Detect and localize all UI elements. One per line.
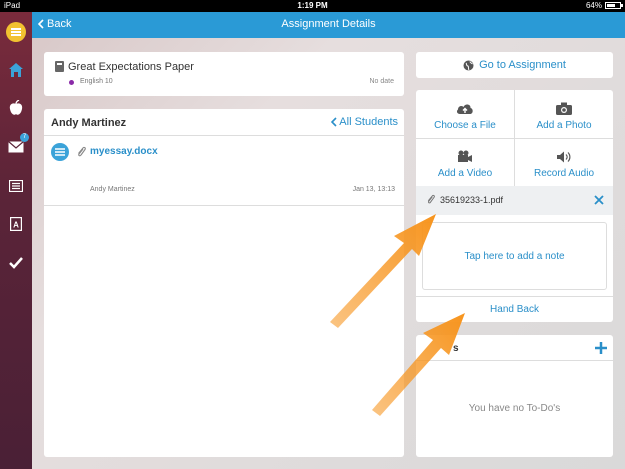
add-photo-label: Add a Photo [536, 120, 592, 131]
logo-icon [6, 22, 26, 42]
mail-icon [8, 141, 24, 153]
assignment-title: Great Expectations Paper [68, 61, 194, 73]
todo-title: s [453, 343, 459, 354]
battery-percent: 64% [585, 1, 602, 10]
battery-indicator: 64% [585, 1, 623, 10]
page-title: Assignment Details [281, 18, 376, 30]
plus-icon [595, 342, 607, 354]
camera-icon [556, 102, 572, 115]
student-submission-card: Andy Martinez All Students myessay.docx … [44, 109, 404, 457]
status-bar: iPad 1:19 PM 64% [0, 0, 625, 12]
add-video-label: Add a Video [437, 168, 493, 179]
battery-icon [605, 2, 623, 9]
student-header: Andy Martinez All Students [44, 109, 404, 136]
sidebar-item-messages[interactable]: 7 [4, 133, 29, 159]
stack-icon [55, 148, 65, 156]
todo-empty-message: You have no To-Do's [468, 403, 561, 414]
record-audio-label: Record Audio [533, 168, 595, 179]
hand-back-button[interactable]: Hand Back [416, 297, 613, 322]
attached-file-row: 35619233-1.pdf [416, 186, 613, 215]
add-photo-button[interactable]: Add a Photo [515, 90, 613, 138]
sidebar-item-apple[interactable] [4, 96, 28, 120]
sidebar-logo[interactable] [4, 20, 28, 44]
assessment-icon: A [10, 217, 22, 231]
speaker-icon [557, 151, 571, 163]
cloud-upload-icon [456, 104, 473, 114]
record-audio-button[interactable]: Record Audio [515, 138, 613, 186]
home-icon [9, 63, 23, 77]
sidebar-item-gradebook[interactable] [4, 174, 28, 198]
avatar [51, 143, 69, 161]
choose-file-button[interactable]: Choose a File [416, 90, 514, 138]
assignment-card[interactable]: Great Expectations Paper English 10 No d… [44, 52, 404, 96]
sidebar-item-completed[interactable] [4, 251, 28, 275]
video-camera-icon [458, 150, 472, 162]
todo-header: s [416, 335, 613, 361]
submission-file-link[interactable]: myessay.docx [90, 146, 158, 157]
divider [416, 138, 613, 139]
course-name: English 10 [80, 78, 113, 85]
main-content: Great Expectations Paper English 10 No d… [32, 38, 625, 469]
sidebar: 7 A [0, 12, 32, 469]
check-icon [9, 257, 23, 269]
due-date: No date [369, 78, 394, 85]
book-icon [55, 61, 64, 72]
submission-actions-card: Choose a File Add a Photo Add a Video Re… [416, 90, 613, 322]
paperclip-icon [427, 194, 435, 204]
all-students-label: All Students [339, 116, 398, 128]
sidebar-item-home[interactable] [4, 58, 28, 82]
globe-icon [463, 60, 474, 70]
submission-date: Jan 13, 13:13 [352, 186, 395, 193]
go-to-assignment-label: Go to Assignment [479, 59, 566, 71]
choose-file-label: Choose a File [434, 120, 496, 131]
attached-file-name[interactable]: 35619233-1.pdf [440, 195, 503, 205]
add-video-button[interactable]: Add a Video [416, 138, 514, 186]
chevron-left-icon [331, 117, 337, 127]
submitted-by: Andy Martinez [90, 186, 135, 193]
paperclip-icon [78, 146, 86, 157]
status-time: 1:19 PM [297, 1, 328, 10]
course-color-dot [69, 80, 74, 85]
apple-icon [9, 100, 23, 115]
divider [44, 205, 404, 206]
nav-bar: Back Assignment Details [32, 12, 625, 38]
gradebook-icon [9, 180, 23, 192]
close-icon [594, 195, 604, 205]
sidebar-item-assessments[interactable]: A [4, 212, 28, 236]
note-input[interactable]: Tap here to add a note [422, 222, 607, 290]
todo-card: s You have no To-Do's [416, 335, 613, 457]
all-students-button[interactable]: All Students [331, 116, 398, 128]
remove-file-button[interactable] [594, 193, 604, 208]
svg-text:A: A [13, 221, 19, 230]
message-badge: 7 [20, 133, 29, 142]
student-name: Andy Martinez [51, 117, 127, 129]
add-todo-button[interactable] [595, 337, 607, 359]
go-to-assignment-button[interactable]: Go to Assignment [416, 52, 613, 78]
